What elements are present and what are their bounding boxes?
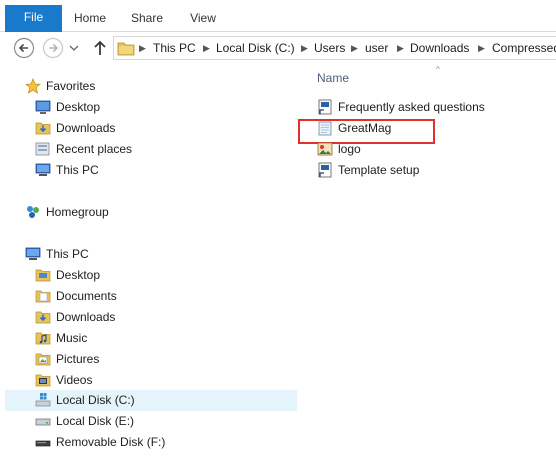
file-name: GreatMag: [338, 121, 392, 135]
image-file-icon: [317, 142, 333, 156]
tree-item-local-disk-e[interactable]: Local Disk (E:): [35, 411, 295, 432]
recent-places-icon: [35, 142, 50, 156]
tree-item-favorites-downloads[interactable]: Downloads: [35, 118, 295, 139]
downloads-folder-icon: [35, 122, 51, 135]
pictures-folder-icon: [35, 353, 51, 366]
tree-item-removable-disk-f[interactable]: Removable Disk (F:): [35, 432, 295, 453]
removable-drive-icon: [35, 440, 51, 447]
shortcut-file-icon: [318, 162, 332, 178]
drive-icon: [35, 418, 51, 426]
chevron-down-icon: [69, 45, 79, 51]
tree-item-label: Downloads: [56, 121, 116, 135]
up-button[interactable]: [92, 38, 108, 58]
star-icon: [25, 78, 41, 94]
navigation-bar: ▶ This PC ▶ Local Disk (C:) ▶ Users ▶ us…: [0, 33, 556, 63]
tree-item-label: Local Disk (C:): [56, 393, 135, 407]
breadcrumb-separator[interactable]: ▶: [397, 40, 404, 57]
tree-item-music[interactable]: Music: [35, 328, 295, 349]
tree-item-label: Downloads: [56, 310, 116, 324]
shortcut-file-icon: [318, 99, 332, 115]
folder-icon: [35, 290, 51, 303]
tree-favorites[interactable]: Favorites: [25, 76, 295, 97]
file-name: Template setup: [338, 163, 420, 177]
tree-item-label: Videos: [56, 373, 93, 387]
tree-this-pc[interactable]: This PC: [25, 244, 295, 265]
windows-drive-icon: [35, 393, 51, 407]
tree-item-label: Desktop: [56, 268, 101, 282]
navigation-pane: Favorites Desktop Downloads Recent place…: [0, 63, 298, 463]
music-folder-icon: [35, 332, 51, 345]
tree-item-label: Favorites: [46, 79, 96, 93]
tree-item-favorites-this-pc[interactable]: This PC: [35, 160, 295, 181]
tree-item-pc-downloads[interactable]: Downloads: [35, 307, 295, 328]
homegroup-icon: [27, 206, 39, 218]
tab-view[interactable]: View: [180, 6, 226, 32]
sort-ascending-icon: ^: [436, 65, 440, 74]
column-header-name[interactable]: Name: [317, 71, 349, 85]
breadcrumb-separator[interactable]: ▶: [351, 40, 358, 57]
tree-item-label: Documents: [56, 289, 117, 303]
tree-item-label: Recent places: [56, 142, 133, 156]
tab-file[interactable]: File: [5, 5, 62, 32]
tree-item-favorites-desktop[interactable]: Desktop: [35, 97, 295, 118]
tree-item-label: Local Disk (E:): [56, 414, 135, 428]
folder-icon: [117, 42, 135, 56]
breadcrumb-users[interactable]: Users: [314, 40, 345, 57]
downloads-folder-icon: [35, 311, 51, 324]
breadcrumb-separator[interactable]: ▶: [139, 40, 146, 57]
videos-folder-icon: [35, 374, 51, 387]
computer-icon: [35, 163, 51, 176]
breadcrumb-this-pc[interactable]: This PC: [153, 40, 196, 57]
address-bar[interactable]: ▶ This PC ▶ Local Disk (C:) ▶ Users ▶ us…: [113, 36, 556, 60]
breadcrumb-local-disk-c[interactable]: Local Disk (C:): [216, 40, 295, 57]
tree-homegroup[interactable]: Homegroup: [25, 202, 295, 223]
file-name: logo: [338, 142, 361, 156]
folder-icon: [35, 269, 51, 282]
breadcrumb-separator[interactable]: ▶: [478, 40, 485, 57]
tab-share[interactable]: Share: [122, 6, 172, 32]
tree-item-local-disk-c[interactable]: Local Disk (C:): [5, 390, 297, 411]
ribbon: File Home Share View: [0, 0, 556, 32]
computer-icon: [25, 247, 41, 260]
tree-item-videos[interactable]: Videos: [35, 370, 295, 391]
breadcrumb-separator[interactable]: ▶: [301, 40, 308, 57]
file-list: ^ Name Frequently asked questions GreatM…: [298, 63, 556, 463]
breadcrumb-compressed[interactable]: Compressed: [492, 40, 556, 57]
tree-item-recent-places[interactable]: Recent places: [35, 139, 295, 160]
breadcrumb-separator[interactable]: ▶: [203, 40, 210, 57]
tree-item-label: This PC: [56, 163, 99, 177]
breadcrumb-downloads[interactable]: Downloads: [410, 40, 469, 57]
up-arrow-icon: [94, 40, 106, 55]
tree-item-label: Homegroup: [46, 205, 109, 219]
tab-home[interactable]: Home: [66, 6, 114, 32]
back-arrow-icon: [13, 37, 35, 59]
forward-button[interactable]: [42, 37, 64, 59]
recent-locations-button[interactable]: [68, 42, 80, 54]
tree-item-documents[interactable]: Documents: [35, 286, 295, 307]
back-button[interactable]: [13, 37, 35, 59]
tree-item-pc-desktop[interactable]: Desktop: [35, 265, 295, 286]
forward-arrow-icon: [42, 37, 64, 59]
breadcrumb-user[interactable]: user: [365, 40, 388, 57]
tree-item-label: Music: [56, 331, 88, 345]
tree-item-pictures[interactable]: Pictures: [35, 349, 295, 370]
text-file-icon: [318, 121, 332, 136]
tree-item-label: Desktop: [56, 100, 101, 114]
tree-item-label: Pictures: [56, 352, 100, 366]
tree-item-label: This PC: [46, 247, 89, 261]
desktop-icon: [35, 100, 51, 114]
tree-item-label: Removable Disk (F:): [56, 435, 166, 449]
file-name: Frequently asked questions: [338, 100, 485, 114]
